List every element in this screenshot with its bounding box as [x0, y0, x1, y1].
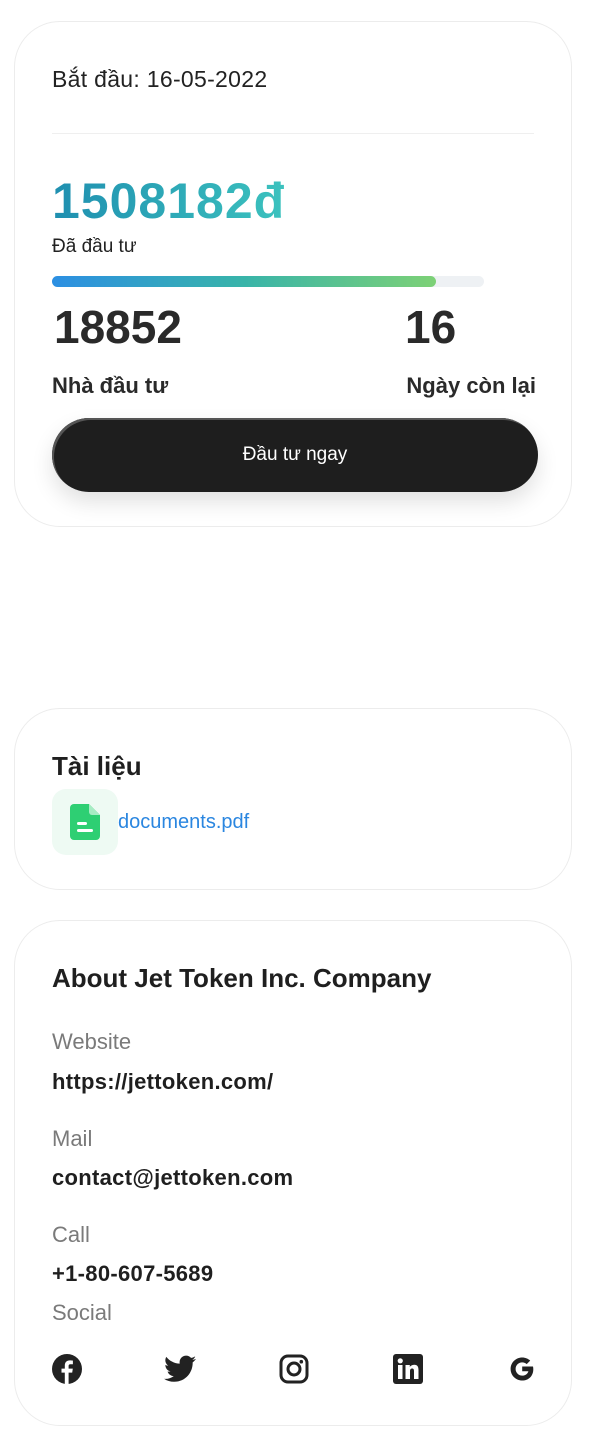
file-document-icon[interactable]: [52, 789, 118, 855]
twitter-icon[interactable]: [164, 1353, 196, 1385]
document-item[interactable]: documents.pdf: [52, 789, 249, 855]
investment-card: Bắt đầu: 16-05-2022 1508182đ Đã đầu tư 1…: [14, 21, 572, 527]
days-left-label: Ngày còn lại: [406, 373, 536, 398]
mail-link[interactable]: contact@jettoken.com: [52, 1165, 293, 1191]
funding-progress-fill: [52, 276, 437, 287]
mail-label: Mail: [52, 1126, 93, 1151]
documents-title: Tài liệu: [52, 751, 142, 781]
website-link[interactable]: https://jettoken.com/: [52, 1069, 273, 1095]
social-label: Social: [52, 1300, 112, 1325]
start-date: Bắt đầu: 16-05-2022: [52, 66, 268, 92]
website-label: Website: [52, 1029, 132, 1054]
about-title: About Jet Token Inc. Company: [52, 963, 432, 993]
invest-now-button[interactable]: Đầu tư ngay: [52, 418, 538, 492]
invested-amount-label: Đã đầu tư: [52, 236, 137, 257]
funding-progress-bar: [52, 276, 484, 287]
divider: [52, 133, 534, 134]
investors-label: Nhà đầu tư: [52, 373, 169, 398]
invested-amount: 1508182đ: [52, 173, 286, 229]
days-left-count: 16: [405, 301, 457, 353]
facebook-icon[interactable]: [51, 1353, 83, 1385]
google-icon[interactable]: [506, 1353, 538, 1385]
about-company-card: About Jet Token Inc. Company Website htt…: [14, 920, 572, 1426]
investors-count: 18852: [54, 301, 182, 353]
phone-link[interactable]: +1-80-607-5689: [52, 1261, 213, 1287]
document-link[interactable]: documents.pdf: [118, 811, 249, 834]
instagram-icon[interactable]: [278, 1353, 310, 1385]
linkedin-icon[interactable]: [392, 1353, 424, 1385]
documents-card: Tài liệu documents.pdf: [14, 708, 572, 890]
call-label: Call: [52, 1222, 90, 1247]
